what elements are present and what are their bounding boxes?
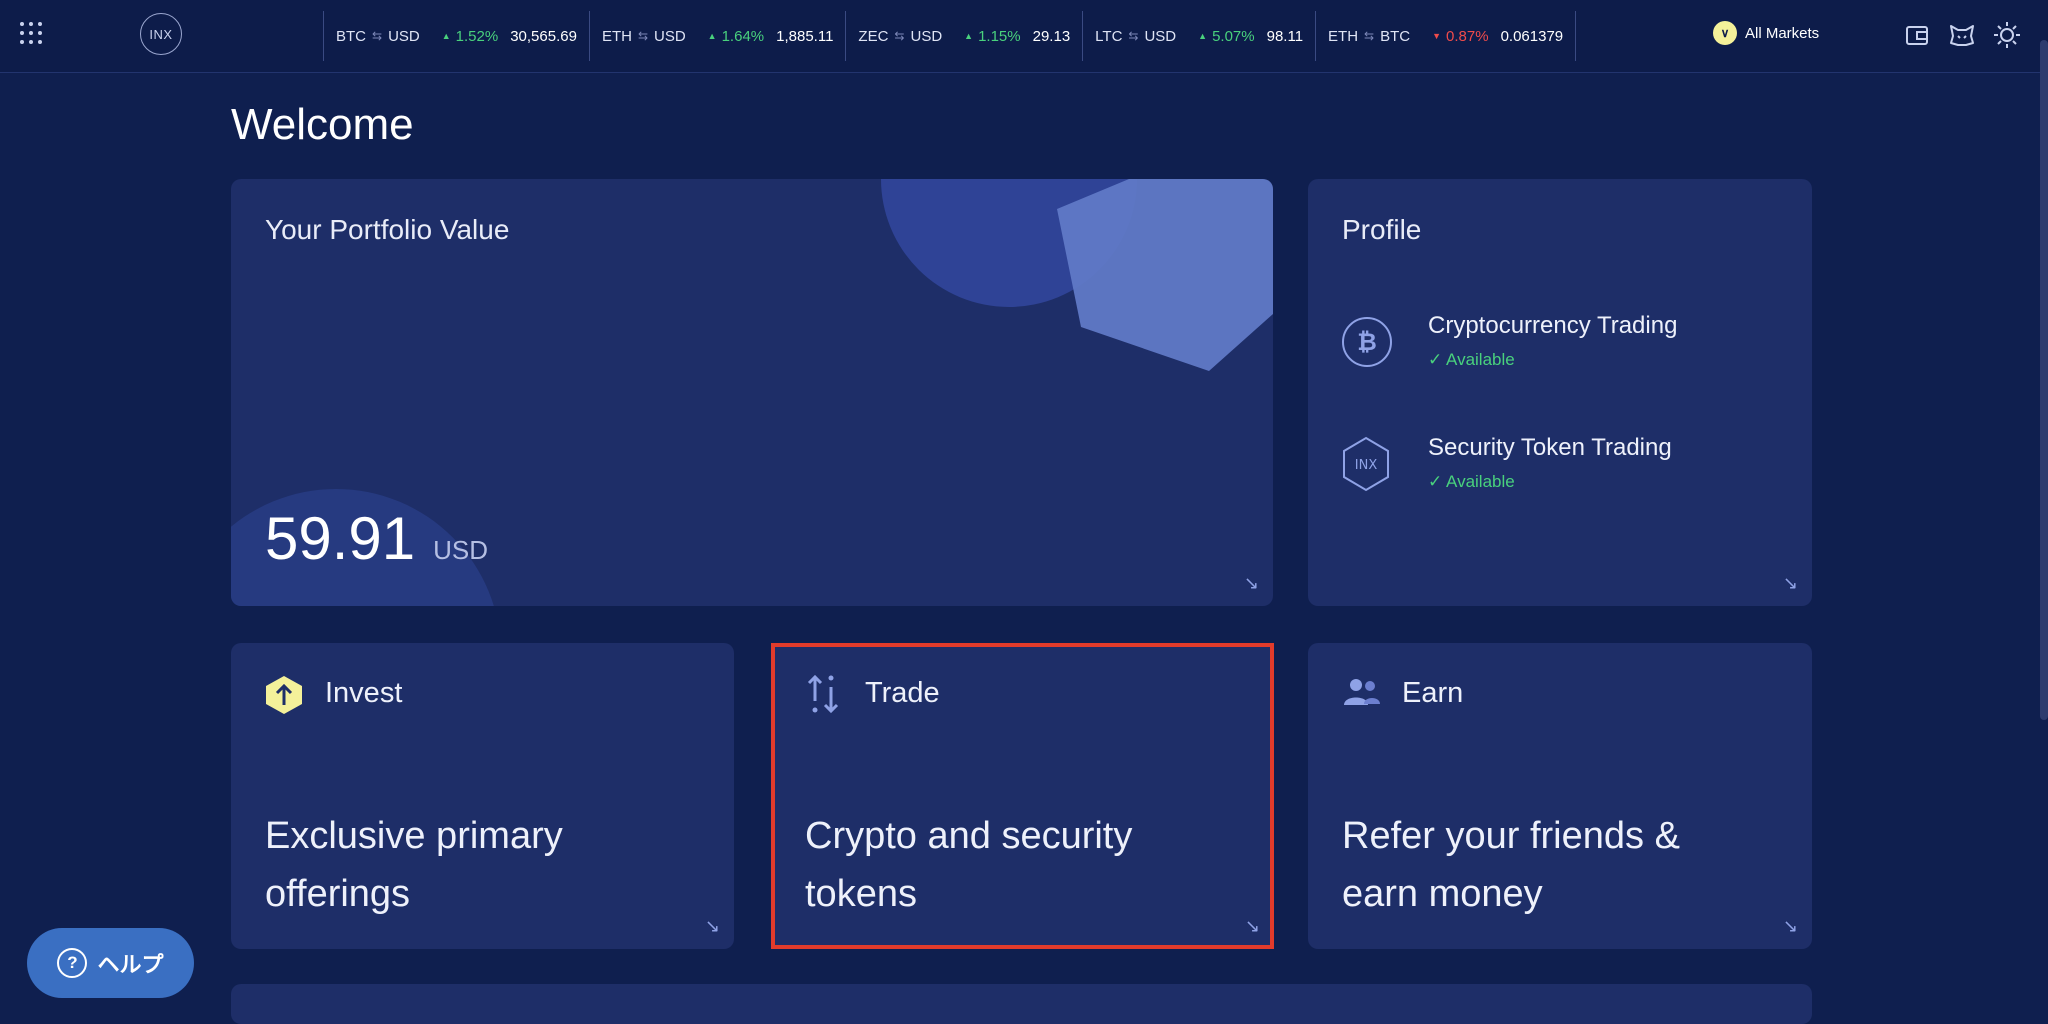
arrow-down-right-icon: ↘ — [1782, 573, 1798, 593]
ticker-base: ZEC — [858, 27, 889, 45]
inx-hexagon-icon: INX — [1343, 436, 1389, 492]
ticker-pair[interactable]: BTC ⇆ USD ▲ 1.52% 30,565.69 — [323, 11, 589, 61]
status-available: ✓ Available — [1428, 472, 1515, 492]
triangle-up-icon: ▲ — [441, 31, 451, 41]
card-line: Refer your friends & — [1342, 815, 1680, 857]
status-available: ✓ Available — [1428, 350, 1515, 370]
ticker-change: 1.15% — [978, 27, 1021, 45]
arrow-down-right-icon: ↘ — [1782, 916, 1798, 936]
help-button[interactable]: ? ヘルプ — [27, 928, 194, 998]
card-title: Invest — [325, 677, 403, 709]
status-text: Available — [1446, 350, 1515, 369]
top-bar: INX BTC ⇆ USD ▲ 1.52% 30,565.69 ETH ⇆ US… — [0, 0, 2048, 73]
profile-item-label: Security Token Trading — [1428, 434, 1672, 461]
ticker-change: 1.52% — [455, 27, 499, 45]
portfolio-title: Your Portfolio Value — [265, 214, 510, 245]
status-text: Available — [1446, 472, 1515, 491]
triangle-up-icon: ▲ — [1198, 31, 1208, 41]
ticker-quote: USD — [910, 27, 943, 45]
card-title: Earn — [1402, 677, 1464, 709]
check-icon: ✓ — [1428, 472, 1443, 491]
ticker-price: 1,885.11 — [776, 27, 834, 45]
profile-item-label: Cryptocurrency Trading — [1428, 312, 1678, 339]
page-title: Welcome — [231, 100, 414, 149]
apps-grid-icon[interactable] — [20, 22, 44, 46]
market-ticker: BTC ⇆ USD ▲ 1.52% 30,565.69 ETH ⇆ USD ▲ … — [323, 0, 1577, 72]
card-line: earn money — [1342, 873, 1543, 915]
highlight-box — [771, 643, 1274, 949]
ticker-price: 30,565.69 — [510, 27, 577, 45]
ticker-base: BTC — [336, 27, 366, 45]
ticker-quote: USD — [388, 27, 420, 45]
ticker-base: ETH — [601, 27, 632, 45]
card-line: Exclusive primary — [265, 815, 563, 857]
invest-card[interactable]: Invest Exclusive primary offerings ↘ — [231, 643, 734, 949]
wallet-icon[interactable] — [1902, 20, 1932, 50]
users-icon — [1344, 679, 1380, 705]
swap-icon: ⇆ — [372, 29, 383, 43]
triangle-up-icon: ▲ — [707, 31, 717, 41]
ticker-pair[interactable]: LTC ⇆ USD ▲ 5.07% 98.11 — [1082, 11, 1315, 61]
ticker-base: LTC — [1095, 27, 1123, 45]
ticker-price: 0.061379 — [1500, 27, 1564, 45]
ticker-quote: BTC — [1380, 27, 1411, 45]
arrow-down-right-icon: ↘ — [704, 916, 720, 936]
triangle-up-icon: ▲ — [964, 31, 974, 41]
chevron-down-icon: ∨ — [1713, 21, 1737, 45]
profile-title: Profile — [1342, 214, 1422, 245]
ticker-pair[interactable]: ETH ⇆ USD ▲ 1.64% 1,885.11 — [588, 11, 845, 61]
next-card-partial — [231, 984, 1812, 1024]
portfolio-currency: USD — [433, 535, 489, 565]
metamask-fox-icon[interactable] — [1947, 20, 1977, 50]
ticker-change: 1.64% — [721, 27, 765, 45]
check-icon: ✓ — [1428, 350, 1443, 369]
sun-theme-icon[interactable] — [1992, 20, 2022, 50]
portfolio-value: 59.91 — [265, 505, 416, 572]
all-markets-label: All Markets — [1745, 24, 1820, 42]
ticker-change: 5.07% — [1212, 27, 1255, 45]
ticker-price: 29.13 — [1032, 27, 1071, 45]
help-label: ヘルプ — [97, 952, 164, 977]
svg-text:INX: INX — [1355, 458, 1378, 473]
arrow-down-right-icon: ↘ — [1243, 573, 1259, 593]
inx-logo[interactable]: INX — [140, 13, 182, 55]
ticker-pair[interactable]: ZEC ⇆ USD ▲ 1.15% 29.13 — [845, 11, 1082, 61]
ticker-price: 98.11 — [1266, 27, 1304, 45]
page-scrollbar[interactable] — [2040, 40, 2048, 720]
svg-text:₿: ₿ — [1357, 328, 1377, 356]
ticker-pair[interactable]: ETH ⇆ BTC ▼ 0.87% 0.061379 — [1315, 11, 1577, 61]
all-markets-dropdown[interactable]: ∨ All Markets — [1713, 21, 1819, 45]
ticker-base: ETH — [1328, 27, 1359, 45]
swap-icon: ⇆ — [1128, 29, 1139, 43]
ticker-quote: USD — [654, 27, 686, 45]
card-line: offerings — [265, 873, 411, 915]
question-icon: ? — [57, 948, 88, 978]
ticker-change: 0.87% — [1446, 27, 1489, 45]
profile-card[interactable]: Profile ₿ Cryptocurrency Trading ✓ Avail… — [1308, 179, 1812, 606]
invest-arrow-up-icon — [266, 676, 302, 714]
bitcoin-icon: ₿ — [1342, 317, 1392, 367]
swap-icon: ⇆ — [1364, 29, 1375, 43]
ticker-quote: USD — [1144, 27, 1177, 45]
swap-icon: ⇆ — [637, 29, 648, 43]
portfolio-card[interactable]: Your Portfolio Value 59.91 USD ↘ — [231, 179, 1273, 606]
earn-card[interactable]: Earn Refer your friends & earn money ↘ — [1308, 643, 1812, 949]
triangle-down-icon: ▼ — [1432, 31, 1442, 41]
swap-icon: ⇆ — [894, 29, 905, 43]
